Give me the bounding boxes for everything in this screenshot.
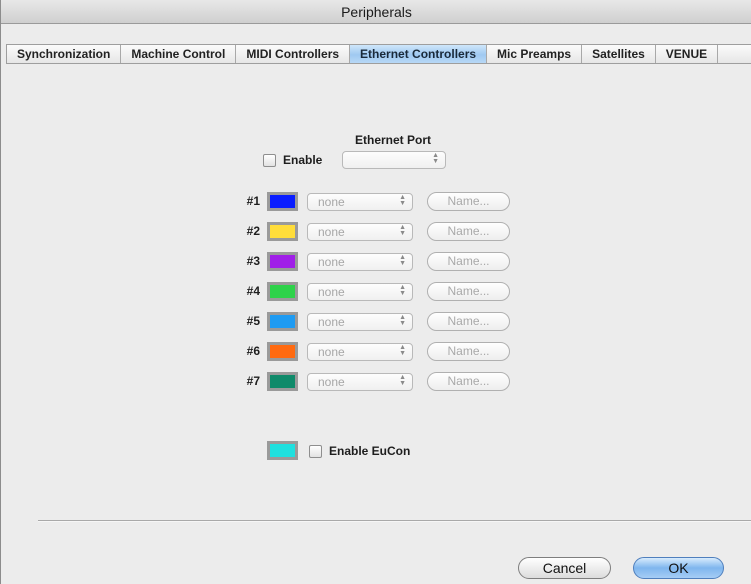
ethernet-port-label: Ethernet Port — [355, 133, 432, 147]
tab-mic-preamps[interactable]: Mic Preamps — [487, 45, 583, 63]
cancel-button[interactable]: Cancel — [518, 557, 611, 579]
controller-color-swatch[interactable] — [267, 342, 298, 361]
tab-bar: Synchronization Machine Control MIDI Contr… — [6, 44, 751, 64]
tab-midi-controllers[interactable]: MIDI Controllers — [236, 45, 351, 63]
tab-ethernet-controllers[interactable]: Ethernet Controllers — [350, 45, 488, 63]
controller-number: #7 — [246, 374, 260, 388]
controller-select[interactable]: none ▲ ▼ — [307, 253, 413, 271]
controller-select[interactable]: none ▲ ▼ — [307, 373, 413, 391]
controller-number: #2 — [246, 224, 260, 238]
up-down-arrows-icon: ▲ ▼ — [399, 254, 406, 267]
controller-select[interactable]: none ▲ ▼ — [307, 223, 413, 241]
up-down-arrows-icon: ▲ ▼ — [399, 374, 406, 387]
ethernet-port-select[interactable]: ▲ ▼ — [342, 151, 446, 169]
ok-button[interactable]: OK — [633, 557, 724, 579]
controller-number: #4 — [246, 284, 260, 298]
tab-machine-control[interactable]: Machine Control — [121, 45, 237, 63]
tab-satellites[interactable]: Satellites — [582, 45, 656, 63]
divider — [38, 520, 751, 522]
tab-synchronization[interactable]: Synchronization — [7, 45, 122, 63]
enable-label: Enable — [283, 153, 323, 167]
ethernet-controllers-pane: Ethernet Port Enable ▲ ▼ #1 none ▲ ▼ Name... #… — [1, 65, 751, 584]
controller-color-swatch[interactable] — [267, 192, 298, 211]
eucon-color-swatch[interactable] — [267, 441, 298, 460]
controller-select-value: none — [318, 195, 345, 209]
tab-venue[interactable]: VENUE — [656, 45, 719, 63]
controller-number: #6 — [246, 344, 260, 358]
up-down-arrows-icon: ▲ ▼ — [399, 314, 406, 327]
controller-select-value: none — [318, 315, 345, 329]
controller-color-swatch[interactable] — [267, 252, 298, 271]
up-down-arrows-icon: ▲ ▼ — [399, 224, 406, 237]
controller-color-swatch[interactable] — [267, 222, 298, 241]
enable-checkbox[interactable] — [263, 154, 276, 167]
controller-name-button[interactable]: Name... — [427, 252, 510, 271]
controller-color-swatch[interactable] — [267, 312, 298, 331]
controller-number: #3 — [246, 254, 260, 268]
controller-select-value: none — [318, 225, 345, 239]
controller-color-swatch[interactable] — [267, 282, 298, 301]
enable-eucon-label: Enable EuCon — [329, 444, 411, 458]
controller-name-button[interactable]: Name... — [427, 192, 510, 211]
controller-name-button[interactable]: Name... — [427, 282, 510, 301]
controller-name-button[interactable]: Name... — [427, 312, 510, 331]
controller-select[interactable]: none ▲ ▼ — [307, 313, 413, 331]
controller-select-value: none — [318, 285, 345, 299]
controller-number: #5 — [246, 314, 260, 328]
controller-name-button[interactable]: Name... — [427, 342, 510, 361]
enable-eucon-checkbox[interactable] — [309, 445, 322, 458]
controller-number: #1 — [246, 194, 260, 208]
controller-name-button[interactable]: Name... — [427, 372, 510, 391]
up-down-arrows-icon: ▲ ▼ — [399, 344, 406, 357]
controller-select-value: none — [318, 255, 345, 269]
up-down-arrows-icon: ▲ ▼ — [399, 194, 406, 207]
controller-select[interactable]: none ▲ ▼ — [307, 283, 413, 301]
controller-select-value: none — [318, 375, 345, 389]
controller-color-swatch[interactable] — [267, 372, 298, 391]
window-title: Peripherals — [1, 0, 751, 24]
up-down-arrows-icon: ▲ ▼ — [399, 284, 406, 297]
up-down-arrows-icon: ▲ ▼ — [432, 152, 439, 165]
controller-select-value: none — [318, 345, 345, 359]
peripherals-window: Peripherals Synchronization Machine Contr… — [0, 0, 751, 584]
controller-select[interactable]: none ▲ ▼ — [307, 343, 413, 361]
controller-name-button[interactable]: Name... — [427, 222, 510, 241]
controller-select[interactable]: none ▲ ▼ — [307, 193, 413, 211]
